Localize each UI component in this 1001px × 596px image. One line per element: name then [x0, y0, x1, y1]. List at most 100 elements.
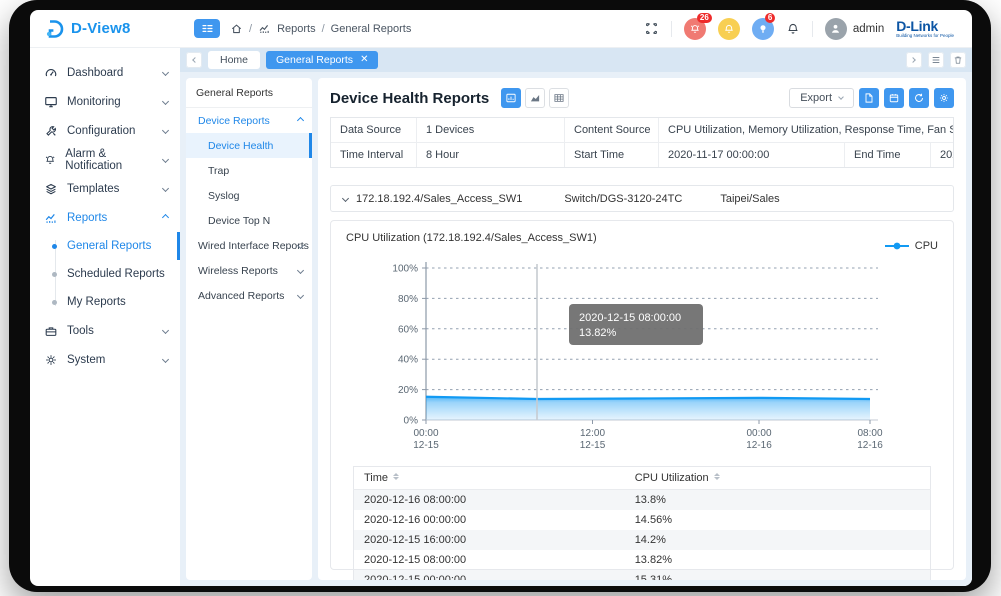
sidebar-item-templates[interactable]: Templates [30, 174, 180, 203]
chevron-down-icon [162, 356, 169, 363]
report-view-icon [505, 92, 517, 104]
tabs-close-all-button[interactable] [950, 52, 966, 68]
tree-group-wired-interface-reports[interactable]: Wired Interface Reports [186, 233, 312, 258]
svg-text:12:00: 12:00 [580, 428, 605, 439]
alarm-bell-icon [44, 153, 56, 167]
refresh-button[interactable] [909, 88, 929, 108]
sidebar-item-reports[interactable]: Reports [30, 203, 180, 232]
tree-group-advanced-reports[interactable]: Advanced Reports [186, 283, 312, 308]
trash-icon [953, 55, 963, 65]
critical-alarm-button[interactable]: 26 [684, 18, 706, 40]
page-title: Device Health Reports [330, 90, 489, 107]
sidebar-item-general-reports[interactable]: General Reports [30, 232, 180, 260]
svg-text:12-15: 12-15 [413, 440, 439, 451]
svg-text:12-16: 12-16 [746, 440, 772, 451]
cell-value: 13.82% [625, 550, 931, 570]
menu-list-icon [201, 22, 214, 35]
device-location: Taipei/Sales [720, 193, 779, 205]
chevron-down-icon [162, 69, 169, 76]
svg-text:12-15: 12-15 [580, 440, 606, 451]
breadcrumb: / Reports / General Reports [230, 22, 411, 35]
calendar-icon [888, 92, 900, 104]
device-accordion-header[interactable]: 172.18.192.4/Sales_Access_SW1 Switch/DGS… [330, 185, 954, 212]
cell-value: 15.31% [625, 570, 931, 580]
app-title: D-View8 [71, 20, 130, 37]
gauge-icon [44, 66, 58, 80]
view-combined-button[interactable] [501, 88, 521, 108]
chevron-left-icon [192, 57, 198, 63]
sidebar-item-dashboard[interactable]: Dashboard [30, 58, 180, 87]
cell-value: 13.8% [625, 490, 931, 511]
summary-value: 2020-11-17 00:00:00 [659, 143, 845, 167]
sidebar-item-system[interactable]: System [30, 345, 180, 374]
close-icon[interactable]: ✕ [360, 55, 368, 65]
sidebar-item-scheduled-reports[interactable]: Scheduled Reports [30, 260, 180, 288]
cell-time: 2020-12-16 00:00:00 [354, 510, 625, 530]
sidebar-item-my-reports[interactable]: My Reports [30, 288, 180, 316]
area-chart-icon [529, 92, 541, 104]
tree-item-device-health[interactable]: Device Health [186, 133, 312, 158]
sidebar-item-alarm-notification[interactable]: Alarm & Notification [30, 145, 180, 174]
sort-icon[interactable] [393, 473, 399, 481]
tree-group-wireless-reports[interactable]: Wireless Reports [186, 258, 312, 283]
summary-value: 8 Hour [417, 143, 565, 167]
home-icon[interactable] [230, 22, 243, 35]
column-header-cpu-utilization[interactable]: CPU Utilization [625, 467, 931, 490]
tree-item-syslog[interactable]: Syslog [186, 183, 312, 208]
cpu-utilization-card: CPU Utilization (172.18.192.4/Sales_Acce… [330, 220, 954, 570]
cell-time: 2020-12-15 08:00:00 [354, 550, 625, 570]
cell-time: 2020-12-15 00:00:00 [354, 570, 625, 580]
cell-value: 14.56% [625, 510, 931, 530]
export-button[interactable]: Export [789, 88, 854, 108]
dview-logo-icon [44, 19, 64, 39]
tools-wrench-icon [44, 124, 58, 138]
chevron-down-icon [162, 327, 169, 334]
sidebar-item-tools[interactable]: Tools [30, 316, 180, 345]
bell-icon [723, 23, 735, 35]
cpu-utilization-chart: 0%20%40%60%80%100%00:0012-1512:0012-1500… [346, 252, 938, 464]
breadcrumb-section[interactable]: Reports [277, 23, 316, 35]
tree-item-trap[interactable]: Trap [186, 158, 312, 183]
user-menu[interactable]: admin [825, 18, 884, 40]
tabs-scroll-right-button[interactable] [906, 52, 922, 68]
tabs-scroll-left-button[interactable] [186, 52, 202, 68]
svg-text:0%: 0% [404, 416, 419, 427]
tree-group-device-reports[interactable]: Device Reports [186, 108, 312, 133]
tips-button[interactable]: 6 [752, 18, 774, 40]
app-logo: D-View8 [30, 19, 180, 39]
schedule-button[interactable] [884, 88, 904, 108]
warning-alarm-button[interactable] [718, 18, 740, 40]
summary-value: 2020-12-16 23:59:59 [931, 143, 953, 167]
topbar: D-View8 / Reports [30, 10, 972, 48]
chart-legend[interactable]: CPU [884, 232, 938, 252]
svg-text:08:00: 08:00 [857, 428, 882, 439]
tree-item-device-top-n[interactable]: Device Top N [186, 208, 312, 233]
chevron-down-icon [838, 94, 844, 100]
tabs-menu-button[interactable] [928, 52, 944, 68]
sidebar-toggle-button[interactable] [194, 19, 220, 38]
tab-general-reports[interactable]: General Reports ✕ [266, 51, 378, 69]
monitor-icon [44, 95, 58, 109]
reports-icon [258, 22, 271, 35]
svg-text:40%: 40% [398, 355, 418, 366]
chevron-down-icon [162, 156, 169, 163]
view-chart-button[interactable] [525, 88, 545, 108]
chevron-down-icon [162, 98, 169, 105]
settings-button[interactable] [934, 88, 954, 108]
notification-bell-icon[interactable] [786, 22, 800, 36]
lightbulb-icon [757, 23, 769, 35]
toolbox-icon [44, 324, 58, 338]
sidebar-item-configuration[interactable]: Configuration [30, 116, 180, 145]
stage: D-View8 / Reports [0, 0, 1001, 596]
report-file-button[interactable] [859, 88, 879, 108]
column-header-time[interactable]: Time [354, 467, 625, 490]
tab-home[interactable]: Home [208, 51, 260, 69]
sort-icon[interactable] [714, 473, 720, 481]
sidebar-item-monitoring[interactable]: Monitoring [30, 87, 180, 116]
svg-text:13.82%: 13.82% [579, 327, 617, 339]
chart-title: CPU Utilization (172.18.192.4/Sales_Acce… [346, 232, 597, 244]
view-table-button[interactable] [549, 88, 569, 108]
legend-label: CPU [915, 240, 938, 252]
fullscreen-icon[interactable] [644, 21, 659, 36]
chevron-right-icon [910, 57, 916, 63]
